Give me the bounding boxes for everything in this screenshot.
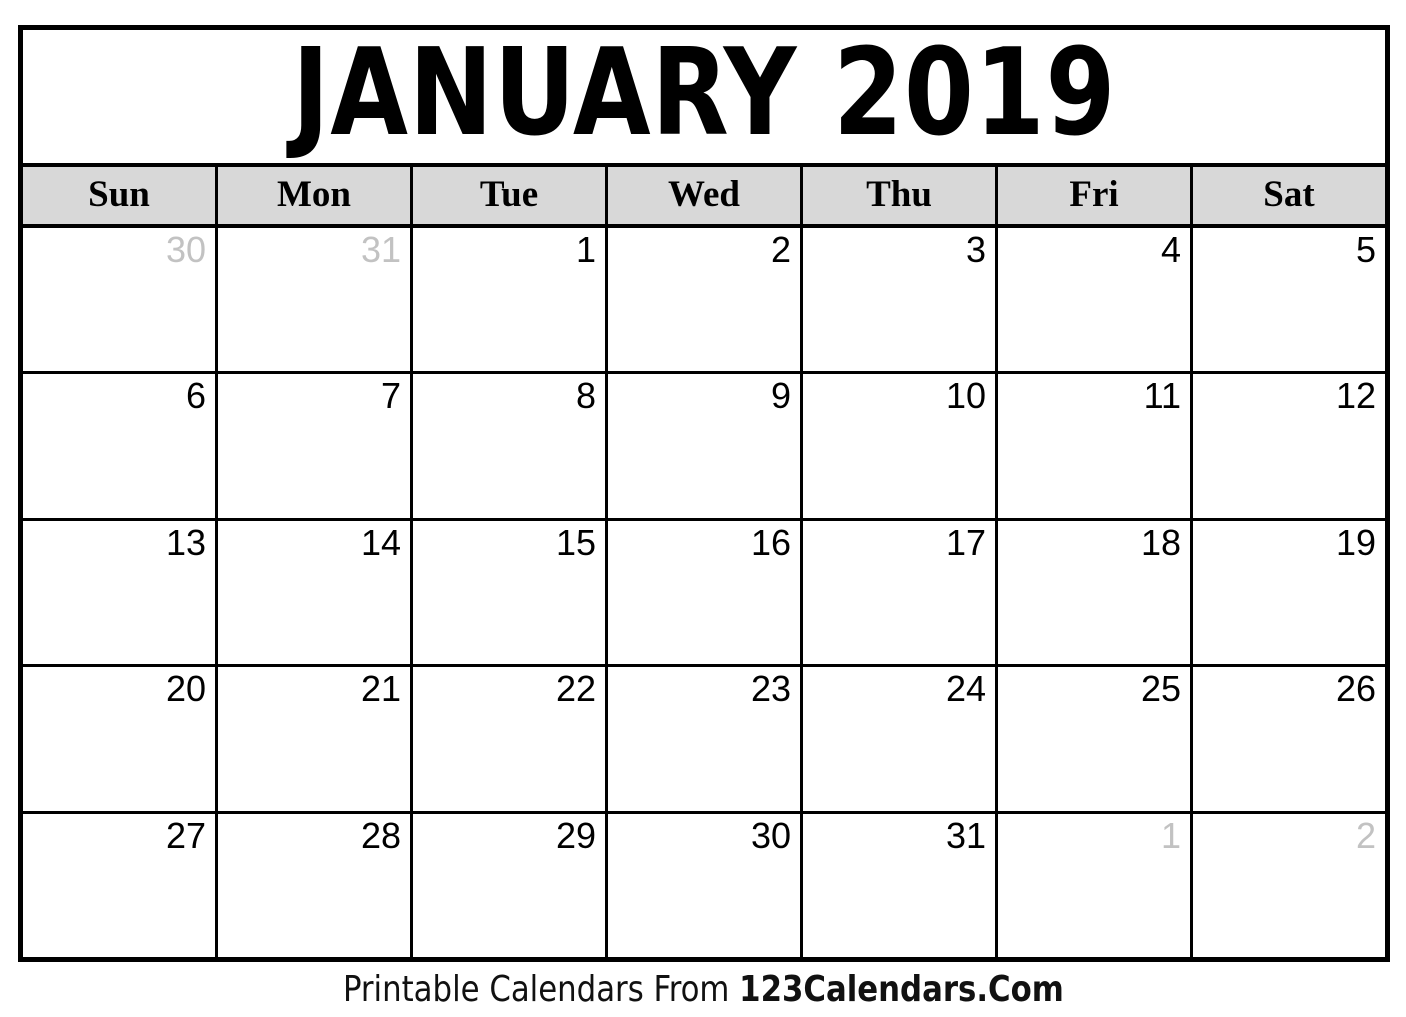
day-cell[interactable]: 19 xyxy=(1193,520,1385,665)
footer-lead-text: Printable Calendars From xyxy=(342,968,739,1010)
day-number: 27 xyxy=(165,814,206,856)
day-number: 25 xyxy=(1140,668,1181,710)
day-number: 1 xyxy=(1160,814,1181,856)
day-cell[interactable]: 3 xyxy=(803,228,998,372)
calendar-title-band: JANUARY 2019 xyxy=(23,30,1385,163)
day-cell[interactable]: 20 xyxy=(23,667,218,811)
day-cell[interactable]: 13 xyxy=(23,520,218,665)
day-cell[interactable]: 25 xyxy=(998,667,1193,811)
weekday-label: Tue xyxy=(479,174,539,215)
day-number: 29 xyxy=(555,814,596,856)
day-cell[interactable]: 5 xyxy=(1193,228,1385,372)
day-number: 30 xyxy=(165,229,206,270)
day-number: 9 xyxy=(770,375,791,417)
day-number: 24 xyxy=(945,668,986,710)
day-cell[interactable]: 15 xyxy=(413,520,608,665)
day-cell[interactable]: 10 xyxy=(803,374,998,518)
day-number: 1 xyxy=(575,229,596,270)
day-number: 18 xyxy=(1140,521,1181,563)
calendar-footer: Printable Calendars From 123Calendars.Co… xyxy=(0,962,1406,1017)
day-cell[interactable]: 24 xyxy=(803,667,998,811)
day-cell[interactable]: 18 xyxy=(998,520,1193,665)
calendar-page: JANUARY 2019 Sun Mon Tue Wed Thu Fri Sat 30 31 1… xyxy=(0,0,1406,1017)
weekday-label: Fri xyxy=(1069,174,1119,215)
weekday-header-row: Sun Mon Tue Wed Thu Fri Sat xyxy=(23,163,1385,228)
day-cell[interactable]: 30 xyxy=(608,813,803,958)
day-cell-adjacent-month[interactable]: 1 xyxy=(998,813,1193,958)
day-cell[interactable]: 11 xyxy=(998,374,1193,518)
day-number: 2 xyxy=(1355,814,1376,856)
day-cell[interactable]: 28 xyxy=(218,813,413,958)
day-cell[interactable]: 14 xyxy=(218,520,413,665)
day-number: 15 xyxy=(555,521,596,563)
calendar-week-row: 27 28 29 30 31 1 2 xyxy=(23,813,1385,958)
day-cell[interactable]: 22 xyxy=(413,667,608,811)
day-cell[interactable]: 12 xyxy=(1193,374,1385,518)
day-number: 17 xyxy=(945,521,986,563)
day-number: 7 xyxy=(380,375,401,417)
calendar-weeks-grid: 30 31 1 2 3 4 5 6 7 8 9 10 11 12 13 14 15 16 17 18 19 20 21 22 2… xyxy=(23,228,1385,958)
day-number: 2 xyxy=(770,229,791,270)
weekday-label: Mon xyxy=(277,174,351,215)
day-cell-adjacent-month[interactable]: 30 xyxy=(23,228,218,372)
weekday-header-cell: Mon xyxy=(218,167,413,224)
footer-brand-link[interactable]: 123Calendars.Com xyxy=(739,969,1064,1010)
weekday-label: Sun xyxy=(88,174,150,215)
weekday-header-cell: Sun xyxy=(23,167,218,224)
calendar-week-row: 13 14 15 16 17 18 19 xyxy=(23,520,1385,668)
day-number: 23 xyxy=(750,668,791,710)
day-cell[interactable]: 2 xyxy=(608,228,803,372)
day-cell[interactable]: 26 xyxy=(1193,667,1385,811)
day-cell[interactable]: 27 xyxy=(23,813,218,958)
day-cell-adjacent-month[interactable]: 31 xyxy=(218,228,413,372)
day-number: 30 xyxy=(750,814,791,856)
footer-text: Printable Calendars From 123Calendars.Co… xyxy=(342,968,1064,1010)
weekday-header-cell: Fri xyxy=(998,167,1193,224)
day-number: 13 xyxy=(165,521,206,563)
day-number: 6 xyxy=(185,375,206,417)
day-cell[interactable]: 8 xyxy=(413,374,608,518)
day-number: 16 xyxy=(750,521,791,563)
day-cell[interactable]: 23 xyxy=(608,667,803,811)
calendar-week-row: 6 7 8 9 10 11 12 xyxy=(23,374,1385,521)
day-cell[interactable]: 16 xyxy=(608,520,803,665)
day-number: 31 xyxy=(945,814,986,856)
weekday-header-cell: Wed xyxy=(608,167,803,224)
day-cell[interactable]: 4 xyxy=(998,228,1193,372)
day-number: 19 xyxy=(1335,521,1376,563)
weekday-label: Wed xyxy=(668,174,740,215)
day-cell[interactable]: 6 xyxy=(23,374,218,518)
day-number: 8 xyxy=(575,375,596,417)
day-number: 21 xyxy=(360,668,401,710)
day-number: 12 xyxy=(1335,375,1376,417)
calendar-container: JANUARY 2019 Sun Mon Tue Wed Thu Fri Sat 30 31 1… xyxy=(18,25,1390,962)
calendar-week-row: 20 21 22 23 24 25 26 xyxy=(23,667,1385,814)
day-cell[interactable]: 7 xyxy=(218,374,413,518)
weekday-label: Sat xyxy=(1263,174,1315,215)
day-number: 5 xyxy=(1355,229,1376,270)
day-number: 10 xyxy=(945,375,986,417)
weekday-header-cell: Sat xyxy=(1193,167,1385,224)
day-number: 26 xyxy=(1335,668,1376,710)
day-number: 28 xyxy=(360,814,401,856)
day-number: 22 xyxy=(555,668,596,710)
calendar-title: JANUARY 2019 xyxy=(291,30,1117,163)
day-cell[interactable]: 21 xyxy=(218,667,413,811)
weekday-header-cell: Tue xyxy=(413,167,608,224)
day-cell[interactable]: 29 xyxy=(413,813,608,958)
day-cell[interactable]: 17 xyxy=(803,520,998,665)
day-number: 14 xyxy=(360,521,401,563)
day-number: 20 xyxy=(165,668,206,710)
day-number: 31 xyxy=(360,229,401,270)
day-number: 4 xyxy=(1160,229,1181,270)
weekday-header-cell: Thu xyxy=(803,167,998,224)
day-cell[interactable]: 31 xyxy=(803,813,998,958)
day-number: 11 xyxy=(1143,375,1181,417)
day-cell[interactable]: 1 xyxy=(413,228,608,372)
weekday-label: Thu xyxy=(866,174,932,215)
day-cell[interactable]: 9 xyxy=(608,374,803,518)
day-number: 3 xyxy=(965,229,986,270)
day-cell-adjacent-month[interactable]: 2 xyxy=(1193,813,1385,958)
calendar-week-row: 30 31 1 2 3 4 5 xyxy=(23,228,1385,375)
